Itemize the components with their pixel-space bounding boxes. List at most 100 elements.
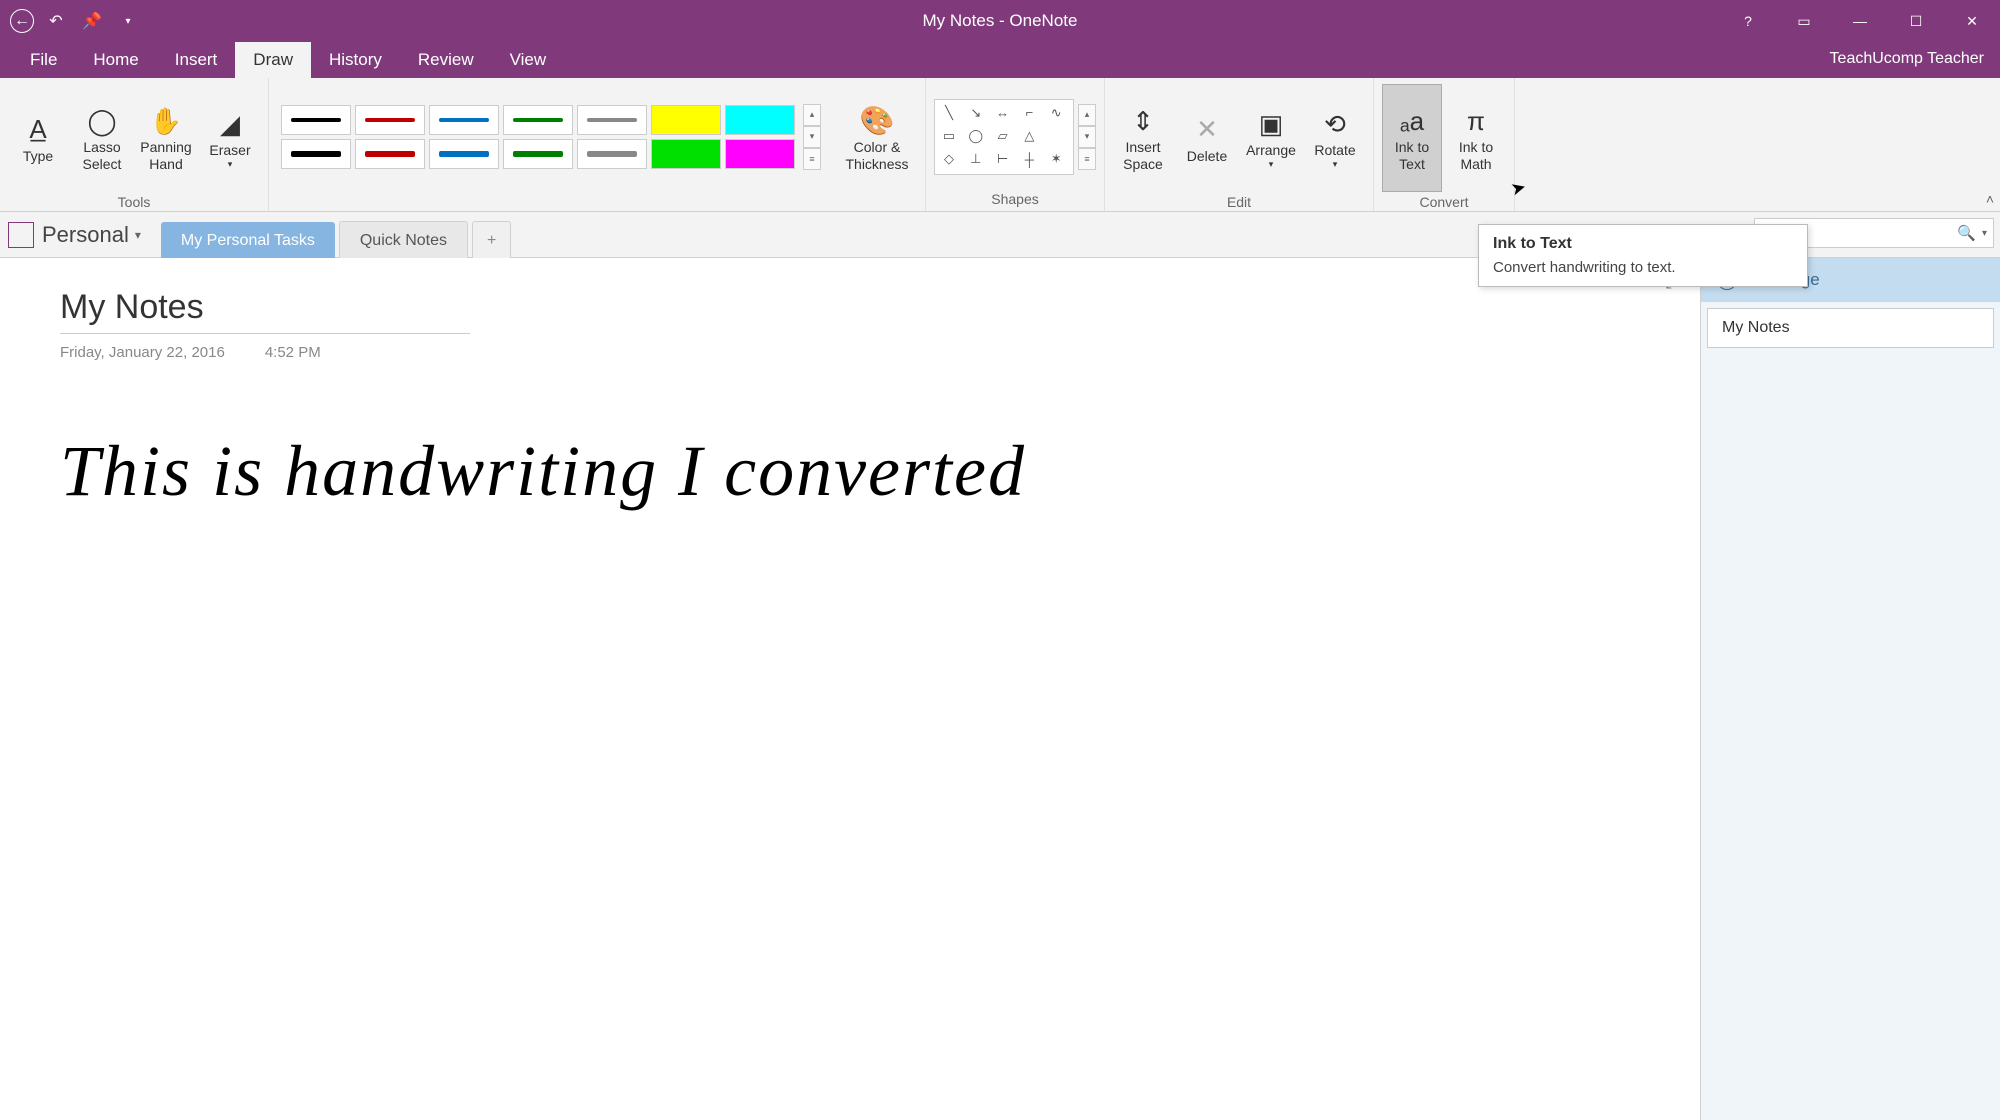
page-canvas[interactable]: ⤢ My Notes Friday, January 22, 2016 4:52… <box>0 258 1700 1120</box>
minimize-button[interactable]: — <box>1832 0 1888 42</box>
shape-oval-icon[interactable]: ◯ <box>965 126 987 146</box>
undo-icon[interactable]: ↶ <box>42 7 70 35</box>
delete-button[interactable]: ✕ Delete <box>1177 84 1237 192</box>
ink-to-math-button[interactable]: π Ink to Math <box>1446 84 1506 192</box>
shape-double-arrow-icon[interactable]: ↔ <box>992 103 1014 123</box>
account-label[interactable]: TeachUcomp Teacher <box>1830 50 1984 68</box>
eraser-label: Eraser <box>209 142 250 159</box>
shape-line-icon[interactable]: ╲ <box>938 103 960 123</box>
title-divider <box>60 333 470 334</box>
pen-red-thin[interactable] <box>355 105 425 135</box>
menu-view[interactable]: View <box>492 42 565 78</box>
insert-space-label: Insert Space <box>1113 139 1173 173</box>
collapse-ribbon-icon[interactable]: ˄ <box>1986 191 1994 207</box>
fullscreen-button[interactable]: ▭ <box>1776 0 1832 42</box>
section-tab-quick-notes[interactable]: Quick Notes <box>339 221 468 261</box>
add-section-button[interactable]: + <box>472 221 511 261</box>
pen-green-thin[interactable] <box>503 105 573 135</box>
handwriting-ink[interactable]: This is handwriting I converted <box>60 421 1640 522</box>
qat-dropdown-icon[interactable]: ▾ <box>114 7 142 35</box>
search-icon: 🔍 <box>1957 224 1976 242</box>
shapes-group-label: Shapes <box>991 189 1038 207</box>
highlighter-yellow[interactable] <box>651 105 721 135</box>
menu-draw[interactable]: Draw <box>235 42 311 78</box>
eraser-button[interactable]: ◢ Eraser ▾ <box>200 84 260 192</box>
menu-file[interactable]: File <box>12 42 75 78</box>
pen-blue-thin[interactable] <box>429 105 499 135</box>
ribbon-group-edit: ⇕ Insert Space ✕ Delete ▣ Arrange ▾ ⟲ Ro… <box>1105 78 1374 211</box>
pen-green-thick[interactable] <box>503 139 573 169</box>
ink-to-text-button[interactable]: ₐa Ink to Text <box>1382 84 1442 192</box>
shape-rect-icon[interactable]: ▭ <box>938 126 960 146</box>
highlighter-cyan[interactable] <box>725 105 795 135</box>
color-wheel-icon: 🎨 <box>860 103 895 139</box>
pen-blue-thick[interactable] <box>429 139 499 169</box>
gallery-down-icon[interactable]: ▾ <box>803 126 821 148</box>
insert-space-icon: ⇕ <box>1132 103 1154 139</box>
gallery-up-icon[interactable]: ▴ <box>803 104 821 126</box>
panning-label: Panning Hand <box>136 139 196 173</box>
pen-gray-thick[interactable] <box>577 139 647 169</box>
insert-space-button[interactable]: ⇕ Insert Space <box>1113 84 1173 192</box>
menu-insert[interactable]: Insert <box>157 42 236 78</box>
help-button[interactable]: ? <box>1720 0 1776 42</box>
rotate-label: Rotate <box>1314 142 1355 159</box>
notebook-dropdown-icon[interactable]: ▾ <box>135 228 141 242</box>
page-list-item[interactable]: My Notes <box>1707 308 1994 348</box>
ink-to-text-label: Ink to Text <box>1383 139 1441 173</box>
pen-red-thick[interactable] <box>355 139 425 169</box>
back-icon[interactable]: ← <box>10 9 34 33</box>
ribbon: A̲ Type ◯ Lasso Select ✋ Panning Hand ◢ … <box>0 78 2000 212</box>
menu-history[interactable]: History <box>311 42 400 78</box>
shape-axis-x-icon[interactable]: ⊥ <box>965 149 987 169</box>
lasso-select-button[interactable]: ◯ Lasso Select <box>72 84 132 192</box>
highlighter-green[interactable] <box>651 139 721 169</box>
shapes-up-icon[interactable]: ▴ <box>1078 104 1096 126</box>
tooltip-title: Ink to Text <box>1493 235 1793 253</box>
shapes-gallery[interactable]: ╲ ↘ ↔ ⌐ ∿ ▭ ◯ ▱ △ ◇ ⊥ ⊢ ┼ ✶ <box>934 99 1074 175</box>
type-button[interactable]: A̲ Type <box>8 84 68 192</box>
menu-review[interactable]: Review <box>400 42 492 78</box>
page-date: Friday, January 22, 2016 <box>60 344 225 361</box>
ribbon-group-convert: ₐa Ink to Text π Ink to Math Convert <box>1374 78 1515 211</box>
shape-axis-y-icon[interactable]: ⊢ <box>992 149 1014 169</box>
shapes-more-icon[interactable]: ≡ <box>1078 148 1096 170</box>
shape-diamond-icon[interactable]: ◇ <box>938 149 960 169</box>
menu-home[interactable]: Home <box>75 42 156 78</box>
pen-black-thick[interactable] <box>281 139 351 169</box>
gallery-more-icon[interactable]: ≡ <box>803 148 821 170</box>
shape-curve-icon[interactable]: ∿ <box>1045 103 1067 123</box>
color-thickness-button[interactable]: 🎨 Color & Thickness <box>837 84 917 192</box>
page-title[interactable]: My Notes <box>60 288 1640 327</box>
shapes-down-icon[interactable]: ▾ <box>1078 126 1096 148</box>
highlighter-magenta[interactable] <box>725 139 795 169</box>
chevron-down-icon: ▾ <box>1333 159 1338 170</box>
color-thickness-label: Color & Thickness <box>837 139 917 173</box>
close-button[interactable]: ✕ <box>1944 0 2000 42</box>
pen-gray-thin[interactable] <box>577 105 647 135</box>
shape-arrow-icon[interactable]: ↘ <box>965 103 987 123</box>
delete-label: Delete <box>1187 148 1227 165</box>
notebook-icon[interactable] <box>8 222 34 248</box>
pen-black-thin[interactable] <box>281 105 351 135</box>
page-list-panel: + Add Page My Notes <box>1700 258 2000 1120</box>
shape-triangle-icon[interactable]: △ <box>1018 126 1040 146</box>
shape-axis-3d-icon[interactable]: ✶ <box>1045 149 1067 169</box>
section-tab-my-personal-tasks[interactable]: My Personal Tasks <box>161 222 335 260</box>
notebook-name[interactable]: Personal <box>42 222 129 248</box>
maximize-button[interactable]: ☐ <box>1888 0 1944 42</box>
search-dropdown-icon[interactable]: ▾ <box>1982 228 1987 239</box>
pen-gallery[interactable] <box>277 101 799 173</box>
ribbon-group-tools: A̲ Type ◯ Lasso Select ✋ Panning Hand ◢ … <box>0 78 269 211</box>
shape-parallelogram-icon[interactable]: ▱ <box>992 126 1014 146</box>
panning-hand-button[interactable]: ✋ Panning Hand <box>136 84 196 192</box>
edit-group-label: Edit <box>1227 192 1251 210</box>
eraser-icon: ◢ <box>220 106 240 142</box>
rotate-button[interactable]: ⟲ Rotate ▾ <box>1305 84 1365 192</box>
cursor-text-icon: A̲ <box>29 112 46 148</box>
ink-to-text-icon: ₐa <box>1400 103 1424 139</box>
shape-elbow-icon[interactable]: ⌐ <box>1018 103 1040 123</box>
pin-icon[interactable]: 📌 <box>78 7 106 35</box>
shape-axis-xy-icon[interactable]: ┼ <box>1018 149 1040 169</box>
arrange-button[interactable]: ▣ Arrange ▾ <box>1241 84 1301 192</box>
